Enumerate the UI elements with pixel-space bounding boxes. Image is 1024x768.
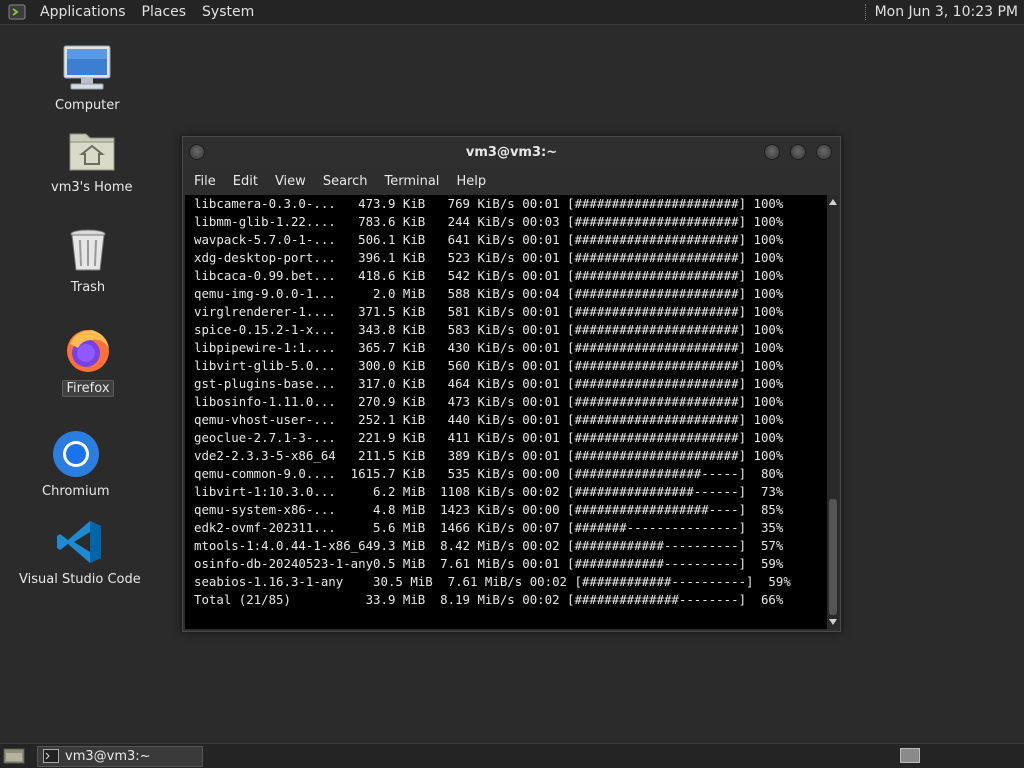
close-button[interactable]	[816, 144, 832, 160]
terminal-line: qemu-img-9.0.0-1... 2.0 MiB 588 KiB/s 00…	[194, 286, 784, 301]
terminal-line: qemu-system-x86-... 4.8 MiB 1423 KiB/s 0…	[194, 502, 784, 517]
terminal-menubar: File Edit View Search Terminal Help	[183, 167, 840, 195]
maximize-button[interactable]	[790, 144, 806, 160]
desktop-icon-chromium[interactable]: Chromium	[39, 430, 113, 499]
terminal-scrollbar[interactable]	[827, 195, 839, 629]
places-menu[interactable]: Places	[134, 4, 195, 20]
taskbar-item-label: vm3@vm3:~	[65, 748, 151, 764]
bottom-panel: vm3@vm3:~	[0, 743, 1024, 768]
menu-help[interactable]: Help	[449, 174, 494, 189]
system-menu[interactable]: System	[194, 4, 262, 20]
home-folder-icon	[66, 126, 118, 174]
scroll-down-arrow-icon[interactable]	[829, 619, 837, 625]
desktop-icon-firefox[interactable]: Firefox	[62, 326, 114, 397]
chromium-icon	[50, 430, 102, 478]
terminal-line: libosinfo-1.11.0... 270.9 KiB 473 KiB/s …	[194, 394, 784, 409]
scroll-up-arrow-icon[interactable]	[829, 199, 837, 205]
workspace-switcher[interactable]	[900, 748, 920, 763]
terminal-line: qemu-common-9.0.... 1615.7 KiB 535 KiB/s…	[194, 466, 784, 481]
terminal-line: libvirt-glib-5.0... 300.0 KiB 560 KiB/s …	[194, 358, 784, 373]
terminal-line: qemu-vhost-user-... 252.1 KiB 440 KiB/s …	[194, 412, 784, 427]
terminal-line: libpipewire-1:1.... 365.7 KiB 430 KiB/s …	[194, 340, 784, 355]
firefox-icon	[62, 326, 114, 374]
terminal-line: virglrenderer-1.... 371.5 KiB 581 KiB/s …	[194, 304, 784, 319]
desktop-icon-label: Firefox	[62, 380, 114, 397]
terminal-line: geoclue-2.7.1-3-... 221.9 KiB 411 KiB/s …	[194, 430, 784, 445]
desktop-icon-label: Trash	[70, 280, 106, 295]
terminal-line: wavpack-5.7.0-1-... 506.1 KiB 641 KiB/s …	[194, 232, 784, 247]
trash-icon	[62, 226, 114, 274]
terminal-line: Total (21/85) 33.9 MiB 8.19 MiB/s 00:02 …	[194, 592, 784, 607]
menu-edit[interactable]: Edit	[226, 174, 266, 189]
minimize-button[interactable]	[764, 144, 780, 160]
window-menu-button[interactable]	[189, 144, 205, 160]
computer-icon	[61, 44, 113, 92]
applications-menu[interactable]: Applications	[32, 4, 134, 20]
desktop-icon-label: Chromium	[42, 484, 110, 499]
terminal-line: xdg-desktop-port... 396.1 KiB 523 KiB/s …	[194, 250, 784, 265]
desktop-icon-home[interactable]: vm3's Home	[48, 126, 136, 195]
show-desktop-icon[interactable]	[3, 747, 25, 765]
window-title: vm3@vm3:~	[465, 144, 558, 160]
terminal-line: gst-plugins-base... 317.0 KiB 464 KiB/s …	[194, 376, 784, 391]
terminal-line: libvirt-1:10.3.0... 6.2 MiB 1108 KiB/s 0…	[194, 484, 784, 499]
terminal-line: edk2-ovmf-202311... 5.6 MiB 1466 KiB/s 0…	[194, 520, 784, 535]
menu-logo-icon[interactable]	[8, 3, 26, 21]
window-titlebar[interactable]: vm3@vm3:~	[183, 137, 840, 167]
vscode-icon	[22, 518, 138, 566]
terminal-window[interactable]: vm3@vm3:~ File Edit View Search Terminal…	[182, 136, 841, 632]
menu-terminal[interactable]: Terminal	[377, 174, 447, 189]
desktop-icon-trash[interactable]: Trash	[62, 226, 114, 295]
scrollbar-thumb[interactable]	[829, 499, 837, 615]
terminal-line: spice-0.15.2-1-x... 343.8 KiB 583 KiB/s …	[194, 322, 784, 337]
terminal-line: seabios-1.16.3-1-any 30.5 MiB 7.61 MiB/s…	[194, 574, 791, 589]
top-panel: Applications Places System Mon Jun 3, 10…	[0, 0, 1024, 25]
clock[interactable]: Mon Jun 3, 10:23 PM	[875, 4, 1024, 20]
taskbar-item-terminal[interactable]: vm3@vm3:~	[37, 745, 203, 767]
menu-file[interactable]: File	[187, 174, 224, 189]
terminal-line: libcaca-0.99.bet... 418.6 KiB 542 KiB/s …	[194, 268, 784, 283]
desktop-icon-vscode[interactable]: Visual Studio Code	[16, 518, 144, 587]
terminal-line: vde2-2.3.3-5-x86_64 211.5 KiB 389 KiB/s …	[194, 448, 784, 463]
desktop-icon-label: vm3's Home	[51, 180, 133, 195]
terminal-output[interactable]: libcamera-0.3.0-... 473.9 KiB 769 KiB/s …	[185, 195, 828, 629]
terminal-line: mtools-1:4.0.44-1-x86_649.3 MiB 8.42 MiB…	[194, 538, 784, 553]
terminal-line: libmm-glib-1.22.... 783.6 KiB 244 KiB/s …	[194, 214, 784, 229]
terminal-line: osinfo-db-20240523-1-any0.5 MiB 7.61 MiB…	[194, 556, 784, 571]
menu-view[interactable]: View	[268, 174, 314, 189]
desktop-icon-label: Visual Studio Code	[19, 572, 141, 587]
desktop-icon-label: Computer	[55, 98, 120, 113]
desktop-icon-computer[interactable]: Computer	[52, 44, 123, 113]
terminal-line: libcamera-0.3.0-... 473.9 KiB 769 KiB/s …	[194, 196, 784, 211]
panel-separator	[864, 4, 867, 20]
terminal-icon	[43, 749, 59, 763]
menu-search[interactable]: Search	[316, 174, 376, 189]
